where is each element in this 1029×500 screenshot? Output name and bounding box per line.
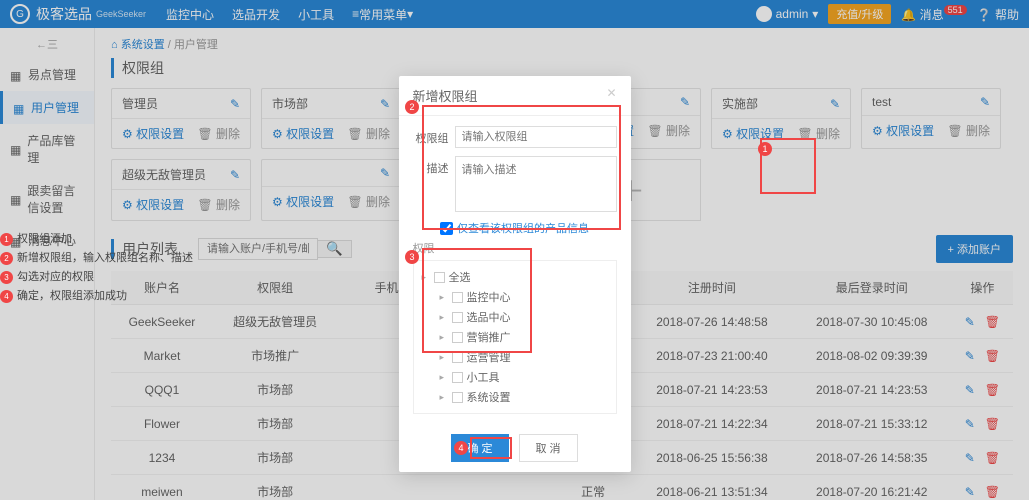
perm-section-label: 权限 [413, 240, 617, 256]
cancel-button[interactable]: 取 消 [519, 434, 578, 462]
input-group-name[interactable] [455, 126, 617, 148]
annot-num-4: 4 [454, 441, 468, 455]
tree-item[interactable]: ▸运营管理 [440, 347, 608, 367]
annot-num-2: 2 [405, 100, 419, 114]
legend-text: 新增权限组，输入权限组名称、描述 [17, 249, 193, 268]
tree-all[interactable]: ▸全选 [422, 267, 608, 287]
label-name: 权限组 [413, 126, 449, 148]
tree-item[interactable]: ▸监控中心 [440, 287, 608, 307]
legend-text: 权限组添加 [17, 230, 72, 249]
modal-title: 新增权限组 [413, 86, 478, 105]
checkbox-only-view[interactable] [440, 222, 453, 235]
tree-item[interactable]: ▸选品中心 [440, 307, 608, 327]
perm-tree: ▸全选 ▸监控中心▸选品中心▸营销推广▸运营管理▸小工具▸系统设置 [413, 260, 617, 414]
legend-num: 1 [0, 233, 13, 246]
label-only-view: 仅查看该权限组的产品信息 [457, 220, 589, 236]
modal-close-icon[interactable]: ✕ [606, 86, 616, 105]
annot-num-1: 1 [758, 142, 772, 156]
legend: 1 权限组添加 2 新增权限组，输入权限组名称、描述 3 勾选对应的权限 4 确定，权限组添加… [0, 230, 193, 306]
tree-item[interactable]: ▸小工具 [440, 367, 608, 387]
modal: 新增权限组 ✕ 权限组 描述 仅查看该权限组的产品信息 权限 ▸全选 ▸监控中心… [399, 76, 631, 472]
legend-text: 确定，权限组添加成功 [17, 287, 127, 306]
legend-num: 4 [0, 290, 13, 303]
legend-num: 3 [0, 271, 13, 284]
tree-item[interactable]: ▸系统设置 [440, 387, 608, 407]
label-desc: 描述 [413, 156, 449, 212]
tree-item[interactable]: ▸营销推广 [440, 327, 608, 347]
legend-num: 2 [0, 252, 13, 265]
input-group-desc[interactable] [455, 156, 617, 212]
legend-text: 勾选对应的权限 [17, 268, 94, 287]
annot-num-3: 3 [405, 250, 419, 264]
